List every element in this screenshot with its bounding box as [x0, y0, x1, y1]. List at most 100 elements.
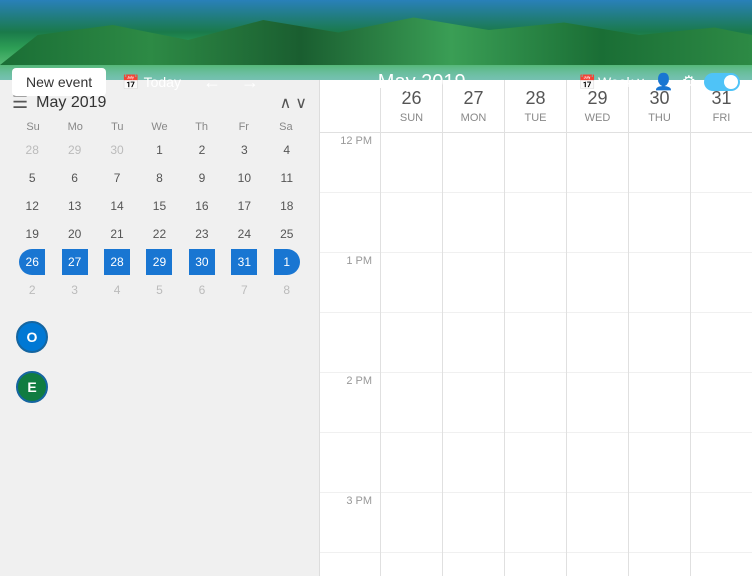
mini-cal-cell[interactable]: 3 [231, 137, 257, 163]
day-time-slot[interactable] [381, 313, 442, 373]
mini-cal-cell[interactable]: 20 [62, 221, 88, 247]
mini-cal-cell[interactable]: 21 [104, 221, 130, 247]
mini-cal-cell[interactable]: 1 [274, 249, 300, 275]
mini-cal-cell[interactable]: 8 [274, 277, 300, 303]
day-time-slot[interactable] [691, 433, 752, 493]
mini-cal-cell[interactable]: 6 [189, 277, 215, 303]
toggle-switch[interactable] [704, 73, 740, 91]
day-time-slot[interactable] [629, 373, 690, 433]
mini-cal-cell[interactable]: 19 [19, 221, 45, 247]
day-time-slot[interactable] [629, 433, 690, 493]
day-col-0[interactable] [380, 133, 442, 576]
day-time-slot[interactable] [691, 493, 752, 553]
day-time-slot[interactable] [629, 193, 690, 253]
day-time-slot[interactable] [567, 553, 628, 576]
day-time-slot[interactable] [691, 193, 752, 253]
day-time-slot[interactable] [505, 253, 566, 313]
day-time-slot[interactable] [691, 553, 752, 576]
day-col-5[interactable] [690, 133, 752, 576]
mini-cal-cell[interactable]: 15 [146, 193, 172, 219]
mini-cal-cell[interactable]: 18 [274, 193, 300, 219]
today-button[interactable]: 📅 Today [114, 70, 189, 95]
mini-cal-cell[interactable]: 31 [231, 249, 257, 275]
mini-cal-cell[interactable]: 30 [104, 137, 130, 163]
day-time-slot[interactable] [629, 253, 690, 313]
day-time-slot[interactable] [567, 193, 628, 253]
mini-cal-cell[interactable]: 7 [104, 165, 130, 191]
day-time-slot[interactable] [629, 493, 690, 553]
mini-cal-cell[interactable]: 16 [189, 193, 215, 219]
mini-cal-cell[interactable]: 1 [146, 137, 172, 163]
day-time-slot[interactable] [691, 133, 752, 193]
day-time-slot[interactable] [567, 493, 628, 553]
mini-cal-cell[interactable]: 2 [189, 137, 215, 163]
day-col-4[interactable] [628, 133, 690, 576]
day-time-slot[interactable] [381, 253, 442, 313]
mini-cal-cell[interactable]: 13 [62, 193, 88, 219]
mini-cal-cell[interactable]: 29 [146, 249, 172, 275]
mini-cal-cell[interactable]: 27 [62, 249, 88, 275]
mini-cal-cell[interactable]: 17 [231, 193, 257, 219]
mini-cal-cell[interactable]: 3 [62, 277, 88, 303]
week-view-button[interactable]: 📅 Week ∨ [579, 74, 646, 91]
mini-cal-cell[interactable]: 5 [19, 165, 45, 191]
mini-cal-cell[interactable]: 2 [19, 277, 45, 303]
day-time-slot[interactable] [443, 433, 504, 493]
mini-cal-cell[interactable]: 10 [231, 165, 257, 191]
day-time-slot[interactable] [505, 133, 566, 193]
day-time-slot[interactable] [505, 313, 566, 373]
exchange-account[interactable]: E [0, 365, 319, 409]
day-time-slot[interactable] [629, 553, 690, 576]
day-col-2[interactable] [504, 133, 566, 576]
day-time-slot[interactable] [381, 133, 442, 193]
mini-cal-cell[interactable]: 5 [146, 277, 172, 303]
mini-cal-cell[interactable]: 23 [189, 221, 215, 247]
mini-cal-cell[interactable]: 6 [62, 165, 88, 191]
day-time-slot[interactable] [381, 193, 442, 253]
mini-cal-cell[interactable]: 7 [231, 277, 257, 303]
mini-cal-cell[interactable]: 28 [104, 249, 130, 275]
day-time-slot[interactable] [567, 253, 628, 313]
day-time-slot[interactable] [505, 433, 566, 493]
mini-cal-cell[interactable]: 28 [19, 137, 45, 163]
mini-cal-cell[interactable]: 4 [104, 277, 130, 303]
day-time-slot[interactable] [505, 493, 566, 553]
mini-cal-cell[interactable]: 8 [146, 165, 172, 191]
day-time-slot[interactable] [443, 133, 504, 193]
day-time-slot[interactable] [381, 553, 442, 576]
day-time-slot[interactable] [629, 133, 690, 193]
mini-cal-cell[interactable]: 29 [62, 137, 88, 163]
next-button[interactable]: → [235, 68, 265, 97]
mini-cal-cell[interactable]: 26 [19, 249, 45, 275]
mini-cal-cell[interactable]: 12 [19, 193, 45, 219]
new-event-button[interactable]: New event [12, 68, 106, 96]
prev-button[interactable]: ← [197, 68, 227, 97]
day-time-slot[interactable] [629, 313, 690, 373]
day-time-slot[interactable] [443, 313, 504, 373]
day-time-slot[interactable] [505, 373, 566, 433]
day-time-slot[interactable] [443, 253, 504, 313]
mini-cal-cell[interactable]: 25 [274, 221, 300, 247]
day-time-slot[interactable] [567, 373, 628, 433]
day-time-slot[interactable] [443, 193, 504, 253]
day-time-slot[interactable] [505, 193, 566, 253]
day-time-slot[interactable] [567, 313, 628, 373]
mini-cal-cell[interactable]: 11 [274, 165, 300, 191]
day-time-slot[interactable] [567, 433, 628, 493]
day-col-1[interactable] [442, 133, 504, 576]
mini-cal-cell[interactable]: 4 [274, 137, 300, 163]
mini-cal-cell[interactable]: 9 [189, 165, 215, 191]
day-time-slot[interactable] [691, 313, 752, 373]
day-time-slot[interactable] [443, 373, 504, 433]
day-time-slot[interactable] [381, 493, 442, 553]
day-time-slot[interactable] [443, 553, 504, 576]
outlook-account[interactable]: O [0, 315, 319, 359]
day-time-slot[interactable] [443, 493, 504, 553]
mini-cal-cell[interactable]: 14 [104, 193, 130, 219]
day-col-3[interactable] [566, 133, 628, 576]
day-time-slot[interactable] [505, 553, 566, 576]
mini-cal-cell[interactable]: 24 [231, 221, 257, 247]
day-time-slot[interactable] [691, 253, 752, 313]
day-time-slot[interactable] [381, 373, 442, 433]
day-time-slot[interactable] [567, 133, 628, 193]
